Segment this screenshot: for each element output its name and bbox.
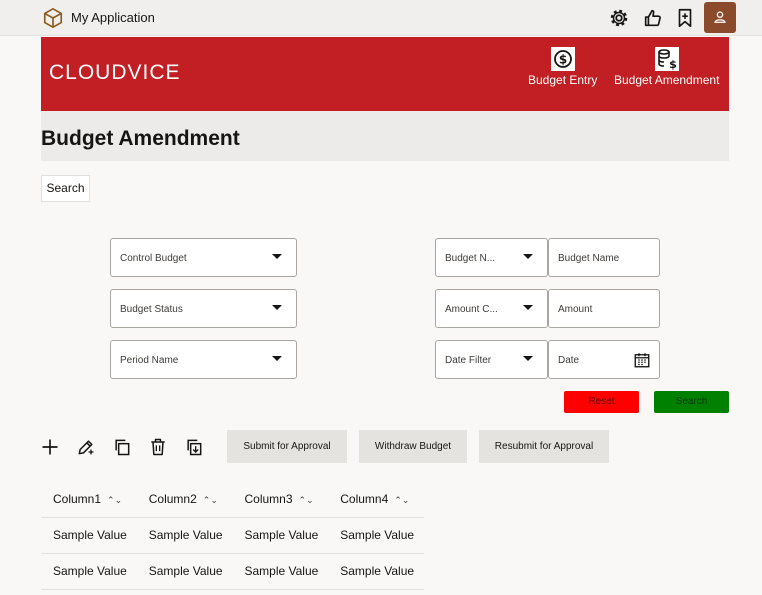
budget-number-label: Budget N... bbox=[445, 253, 496, 264]
period-name-label: Period Name bbox=[120, 355, 179, 366]
table-cell: Sample Value bbox=[136, 553, 233, 590]
table-cell: Sample Value bbox=[136, 517, 233, 554]
search-button[interactable]: Search bbox=[654, 391, 729, 413]
submit-for-approval-button[interactable]: Submit for Approval bbox=[227, 430, 347, 463]
budget-status-select[interactable]: Budget Status bbox=[110, 289, 297, 328]
nav-budget-amendment[interactable]: $ Budget Amendment bbox=[614, 47, 719, 87]
table-row[interactable]: Sample Value Sample Value Sample Value S… bbox=[41, 553, 424, 590]
thumbs-up-icon[interactable] bbox=[642, 7, 664, 29]
date-label: Date bbox=[558, 355, 580, 366]
date-input[interactable]: Date bbox=[548, 340, 660, 379]
amount-condition-select[interactable]: Amount C... bbox=[435, 289, 548, 328]
duplicate-icon[interactable] bbox=[112, 437, 132, 457]
resubmit-for-approval-button[interactable]: Resubmit for Approval bbox=[479, 430, 609, 463]
chevron-down-icon bbox=[523, 254, 533, 259]
chevron-down-icon bbox=[272, 356, 282, 361]
budget-name-label: Budget Name bbox=[558, 253, 620, 264]
bookmark-icon[interactable] bbox=[674, 7, 696, 29]
gear-icon[interactable] bbox=[608, 7, 630, 29]
chevron-down-icon bbox=[523, 356, 533, 361]
table-cell: Sample Value bbox=[328, 517, 424, 554]
svg-text:$: $ bbox=[559, 53, 567, 67]
amount-input[interactable]: Amount bbox=[548, 289, 660, 328]
budget-status-label: Budget Status bbox=[120, 304, 183, 315]
table-cell: Sample Value bbox=[328, 553, 424, 590]
chevron-down-icon bbox=[272, 305, 282, 310]
chevron-down-icon bbox=[523, 305, 533, 310]
budget-name-input[interactable]: Budget Name bbox=[548, 238, 660, 277]
column-header[interactable]: Column4 ⌃⌄ bbox=[328, 481, 424, 518]
brand-logo: CLOUDVICE bbox=[49, 61, 181, 84]
avatar[interactable] bbox=[704, 2, 736, 33]
control-budget-select[interactable]: Control Budget bbox=[110, 238, 297, 277]
sort-icon[interactable]: ⌃⌄ bbox=[394, 495, 409, 505]
column-header-label: Column4 bbox=[340, 491, 389, 506]
page-title-bar: Budget Amendment bbox=[41, 111, 729, 161]
date-filter-label: Date Filter bbox=[445, 355, 492, 366]
period-name-select[interactable]: Period Name bbox=[110, 340, 297, 379]
withdraw-budget-button[interactable]: Withdraw Budget bbox=[359, 430, 467, 463]
results-table: Column1 ⌃⌄ Column2 ⌃⌄ Column3 ⌃⌄ Column4 ⌃⌄ … bbox=[41, 481, 424, 590]
reset-button[interactable]: Reset bbox=[564, 391, 639, 413]
search-tab[interactable]: Search bbox=[41, 175, 90, 202]
table-row[interactable]: Sample Value Sample Value Sample Value S… bbox=[41, 517, 424, 554]
cube-icon bbox=[43, 8, 63, 28]
column-header-label: Column3 bbox=[244, 491, 293, 506]
sort-icon[interactable]: ⌃⌄ bbox=[203, 495, 218, 505]
calendar-icon[interactable] bbox=[633, 351, 651, 369]
chevron-down-icon bbox=[272, 254, 282, 259]
amount-condition-label: Amount C... bbox=[445, 304, 498, 315]
sort-icon[interactable]: ⌃⌄ bbox=[107, 495, 122, 505]
amount-label: Amount bbox=[558, 304, 593, 315]
nav-budget-entry[interactable]: $ Budget Entry bbox=[528, 47, 597, 87]
svg-text:$: $ bbox=[669, 58, 677, 71]
sort-icon[interactable]: ⌃⌄ bbox=[299, 495, 314, 505]
column-header-label: Column1 bbox=[53, 491, 102, 506]
copy-down-icon[interactable] bbox=[184, 437, 204, 457]
budget-number-operator-select[interactable]: Budget N... bbox=[435, 238, 548, 277]
edit-icon[interactable] bbox=[76, 437, 96, 457]
app-title: My Application bbox=[71, 10, 155, 25]
user-icon bbox=[714, 11, 726, 23]
column-header[interactable]: Column2 ⌃⌄ bbox=[136, 481, 233, 518]
column-header[interactable]: Column3 ⌃⌄ bbox=[232, 481, 329, 518]
table-cell: Sample Value bbox=[41, 553, 137, 590]
column-header-label: Column2 bbox=[148, 491, 197, 506]
table-cell: Sample Value bbox=[232, 517, 329, 554]
column-header[interactable]: Column1 ⌃⌄ bbox=[41, 481, 137, 518]
date-filter-select[interactable]: Date Filter bbox=[435, 340, 548, 379]
control-budget-label: Control Budget bbox=[120, 253, 187, 264]
add-icon[interactable] bbox=[40, 437, 60, 457]
top-bar: My Application bbox=[0, 0, 762, 36]
table-header-row: Column1 ⌃⌄ Column2 ⌃⌄ Column3 ⌃⌄ Column4 ⌃⌄ bbox=[41, 481, 424, 518]
nav-budget-amendment-label: Budget Amendment bbox=[614, 73, 720, 87]
page-title: Budget Amendment bbox=[41, 127, 240, 150]
delete-icon[interactable] bbox=[148, 437, 168, 457]
header-banner: CLOUDVICE $ Budget Entry $ Budget Amendm… bbox=[41, 37, 729, 111]
nav-budget-entry-label: Budget Entry bbox=[528, 73, 598, 87]
coins-dollar-icon: $ bbox=[654, 47, 679, 71]
table-cell: Sample Value bbox=[41, 517, 137, 554]
table-cell: Sample Value bbox=[232, 553, 329, 590]
dollar-cycle-icon: $ bbox=[550, 47, 575, 71]
